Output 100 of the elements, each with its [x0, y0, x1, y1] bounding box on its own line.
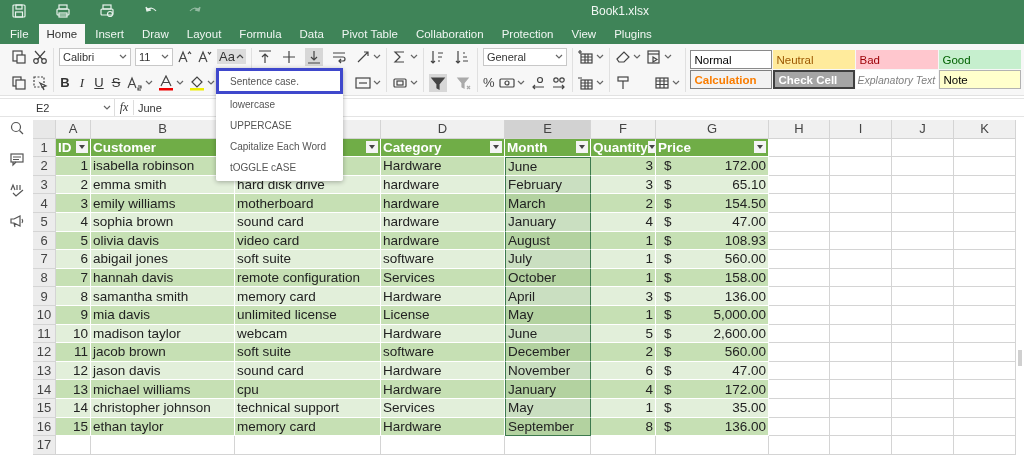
cell-style-button[interactable]: Good: [939, 50, 1022, 69]
filter-button[interactable]: [647, 141, 656, 154]
menu-tab[interactable]: Layout: [178, 24, 230, 44]
empty-cell[interactable]: [830, 250, 892, 269]
row-number[interactable]: 9: [33, 287, 56, 306]
filter-button[interactable]: [490, 141, 502, 154]
column-header[interactable]: D: [381, 120, 505, 139]
percent-button[interactable]: %: [482, 75, 495, 90]
caret-icon[interactable]: [633, 52, 642, 61]
conditional-format-icon[interactable]: [646, 48, 663, 65]
menu-item[interactable]: Capitalize Each Word: [216, 136, 343, 157]
empty-cell[interactable]: [830, 231, 892, 251]
caret-icon[interactable]: [554, 52, 563, 61]
menu-tab[interactable]: Data: [291, 24, 332, 44]
caret-icon[interactable]: [596, 78, 605, 87]
select-all-corner[interactable]: [33, 120, 56, 139]
decrease-decimal-icon[interactable]: [530, 74, 547, 91]
column-header[interactable]: I: [830, 120, 892, 139]
cell-style-button[interactable]: Note: [939, 70, 1022, 89]
empty-cell[interactable]: [892, 287, 954, 306]
empty-cell[interactable]: [830, 361, 892, 381]
formula-field[interactable]: June: [138, 101, 162, 114]
copy-icon[interactable]: [11, 74, 27, 91]
filter-button[interactable]: [576, 141, 588, 154]
empty-cell[interactable]: [892, 138, 954, 158]
delete-cells-icon[interactable]: [578, 74, 595, 91]
empty-cell[interactable]: [830, 138, 892, 158]
cell-style-button[interactable]: Explanatory Text: [856, 70, 939, 89]
empty-cell[interactable]: [830, 175, 892, 195]
menu-tab[interactable]: Home: [38, 24, 86, 44]
empty-cell[interactable]: [954, 157, 1016, 176]
empty-cell[interactable]: [830, 194, 892, 213]
format-button[interactable]: I: [76, 74, 88, 91]
row-number[interactable]: 7: [33, 250, 56, 269]
table-icon[interactable]: [654, 74, 671, 91]
scrollbar-thumb[interactable]: [1018, 350, 1022, 366]
empty-cell[interactable]: [591, 436, 656, 455]
save-icon[interactable]: [11, 3, 27, 19]
empty-cell[interactable]: [892, 343, 954, 362]
empty-cell[interactable]: [892, 380, 954, 399]
empty-cell[interactable]: [892, 324, 954, 344]
caret-icon[interactable]: [409, 52, 418, 61]
cell-style-button[interactable]: Normal: [690, 50, 773, 69]
format-button[interactable]: U: [93, 75, 105, 90]
empty-cell[interactable]: [830, 287, 892, 306]
empty-cell[interactable]: [235, 436, 381, 455]
empty-cell[interactable]: [830, 157, 892, 176]
font-size-field[interactable]: 11: [135, 47, 173, 66]
empty-cell[interactable]: [954, 324, 1016, 344]
empty-cell[interactable]: [954, 380, 1016, 399]
menu-tab[interactable]: Protection: [493, 24, 562, 44]
empty-cell[interactable]: [830, 343, 892, 362]
empty-cell[interactable]: [830, 380, 892, 399]
row-number[interactable]: 4: [33, 194, 56, 213]
menu-tab[interactable]: Formula: [231, 24, 290, 44]
increase-decimal-icon[interactable]: [551, 74, 568, 91]
empty-cell[interactable]: [892, 175, 954, 195]
cell-style-button[interactable]: Bad: [856, 50, 939, 69]
print-preview-icon[interactable]: [99, 3, 115, 19]
row-number[interactable]: 14: [33, 380, 56, 399]
sort-ascending-icon[interactable]: [428, 48, 445, 65]
caret-icon[interactable]: [409, 78, 418, 87]
caret-icon[interactable]: [161, 52, 169, 61]
empty-cell[interactable]: [830, 324, 892, 344]
caret-icon[interactable]: [372, 52, 381, 61]
row-number[interactable]: 2: [33, 157, 56, 176]
empty-cell[interactable]: [91, 436, 235, 455]
caret-icon[interactable]: [664, 52, 673, 61]
empty-cell[interactable]: [954, 268, 1016, 288]
empty-cell[interactable]: [954, 250, 1016, 269]
row-number[interactable]: 12: [33, 343, 56, 362]
column-header[interactable]: K: [954, 120, 1016, 139]
caret-icon[interactable]: [517, 78, 526, 87]
subscript-icon[interactable]: [127, 74, 143, 91]
row-number[interactable]: 17: [33, 436, 56, 455]
column-header[interactable]: J: [892, 120, 954, 139]
empty-cell[interactable]: [892, 305, 954, 325]
sort-descending-icon[interactable]: [453, 48, 470, 65]
insert-cells-icon[interactable]: [578, 48, 595, 65]
column-header[interactable]: F: [591, 120, 656, 139]
align-bottom-icon[interactable]: [305, 48, 322, 65]
empty-cell[interactable]: [892, 194, 954, 213]
empty-cell[interactable]: [954, 361, 1016, 381]
menu-tab[interactable]: File: [2, 24, 37, 44]
menu-item[interactable]: lowercase: [216, 94, 343, 115]
empty-cell[interactable]: [892, 212, 954, 232]
print-icon[interactable]: [55, 3, 71, 19]
empty-cell[interactable]: [830, 212, 892, 232]
search-icon[interactable]: [8, 120, 25, 136]
caret-icon[interactable]: [145, 78, 153, 87]
filter-button[interactable]: [366, 141, 378, 154]
menu-tab[interactable]: Insert: [87, 24, 132, 44]
caret-icon[interactable]: [372, 78, 381, 87]
column-header[interactable]: A: [56, 120, 91, 139]
empty-cell[interactable]: [381, 436, 505, 455]
font-name-field[interactable]: Calibri: [59, 47, 131, 66]
empty-cell[interactable]: [830, 268, 892, 288]
menu-tab[interactable]: Draw: [134, 24, 177, 44]
column-header[interactable]: G: [656, 120, 769, 139]
caret-icon[interactable]: [207, 78, 215, 87]
